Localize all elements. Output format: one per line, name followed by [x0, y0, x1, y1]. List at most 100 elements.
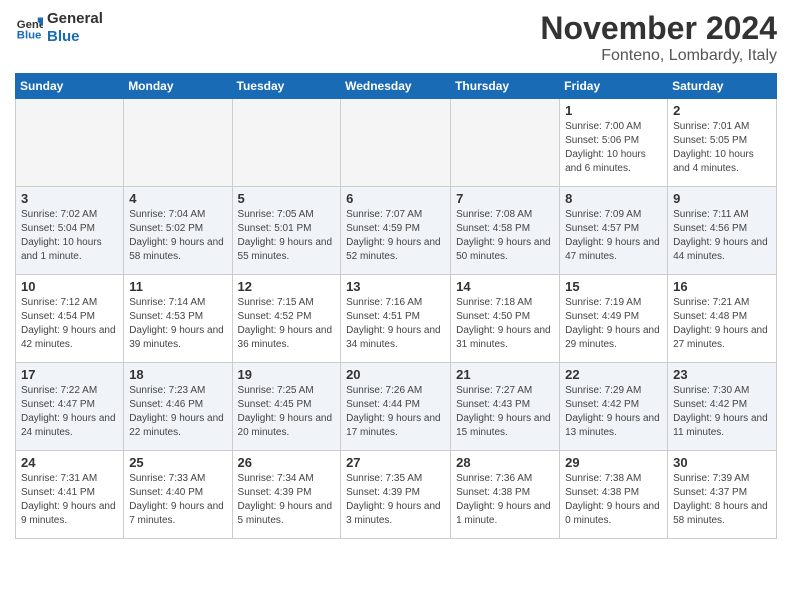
day-number: 3: [21, 191, 118, 206]
day-number: 11: [129, 279, 226, 294]
day-number: 5: [238, 191, 336, 206]
calendar-cell: 16 Sunrise: 7:21 AM Sunset: 4:48 PM Dayli…: [668, 275, 777, 363]
calendar-cell: 24 Sunrise: 7:31 AM Sunset: 4:41 PM Dayli…: [16, 451, 124, 539]
svg-text:Blue: Blue: [17, 30, 42, 42]
day-number: 23: [673, 367, 771, 382]
weekday-header-sunday: Sunday: [16, 74, 124, 99]
day-number: 21: [456, 367, 554, 382]
calendar-table: SundayMondayTuesdayWednesdayThursdayFrid…: [15, 73, 777, 539]
logo-text-general: General: [47, 10, 103, 28]
calendar-cell: 12 Sunrise: 7:15 AM Sunset: 4:52 PM Dayli…: [232, 275, 341, 363]
day-info: Sunrise: 7:35 AM Sunset: 4:39 PM Dayligh…: [346, 472, 445, 528]
calendar-cell: 25Sunrise: 7:33 AM Sunset: 4:40 PM Dayli…: [124, 451, 232, 539]
calendar-cell: 21 Sunrise: 7:27 AM Sunset: 4:43 PM Dayli…: [451, 363, 560, 451]
day-number: 24: [21, 455, 118, 470]
weekday-header-wednesday: Wednesday: [341, 74, 451, 99]
logo-icon: General Blue: [15, 14, 43, 42]
day-number: 12: [238, 279, 336, 294]
calendar-cell: 2 Sunrise: 7:01 AM Sunset: 5:05 PM Daylig…: [668, 99, 777, 187]
calendar-cell: 29 Sunrise: 7:38 AM Sunset: 4:38 PM Dayli…: [560, 451, 668, 539]
calendar-cell: 3 Sunrise: 7:02 AM Sunset: 5:04 PM Daylig…: [16, 187, 124, 275]
calendar-cell: 5Sunrise: 7:05 AM Sunset: 5:01 PM Daylig…: [232, 187, 341, 275]
day-info: Sunrise: 7:27 AM Sunset: 4:43 PM Dayligh…: [456, 384, 554, 440]
logo-text-blue: Blue: [47, 28, 103, 46]
day-info: Sunrise: 7:22 AM Sunset: 4:47 PM Dayligh…: [21, 384, 118, 440]
day-number: 1: [565, 103, 662, 118]
day-number: 17: [21, 367, 118, 382]
weekday-header-row: SundayMondayTuesdayWednesdayThursdayFrid…: [16, 74, 777, 99]
calendar-cell: [341, 99, 451, 187]
day-number: 27: [346, 455, 445, 470]
calendar-cell: 30Sunrise: 7:39 AM Sunset: 4:37 PM Dayli…: [668, 451, 777, 539]
day-info: Sunrise: 7:18 AM Sunset: 4:50 PM Dayligh…: [456, 296, 554, 352]
calendar-cell: 18Sunrise: 7:23 AM Sunset: 4:46 PM Dayli…: [124, 363, 232, 451]
day-info: Sunrise: 7:19 AM Sunset: 4:49 PM Dayligh…: [565, 296, 662, 352]
day-number: 2: [673, 103, 771, 118]
calendar-cell: 6 Sunrise: 7:07 AM Sunset: 4:59 PM Daylig…: [341, 187, 451, 275]
day-number: 13: [346, 279, 445, 294]
day-info: Sunrise: 7:04 AM Sunset: 5:02 PM Dayligh…: [129, 208, 226, 264]
day-info: Sunrise: 7:26 AM Sunset: 4:44 PM Dayligh…: [346, 384, 445, 440]
logo: General Blue General Blue: [15, 10, 103, 46]
calendar-cell: 23 Sunrise: 7:30 AM Sunset: 4:42 PM Dayli…: [668, 363, 777, 451]
calendar-cell: 27 Sunrise: 7:35 AM Sunset: 4:39 PM Dayli…: [341, 451, 451, 539]
page-header: General Blue General Blue November 2024 …: [15, 10, 777, 65]
day-number: 4: [129, 191, 226, 206]
day-number: 29: [565, 455, 662, 470]
calendar-cell: 22 Sunrise: 7:29 AM Sunset: 4:42 PM Dayli…: [560, 363, 668, 451]
day-info: Sunrise: 7:02 AM Sunset: 5:04 PM Dayligh…: [21, 208, 118, 264]
calendar-cell: [232, 99, 341, 187]
day-number: 20: [346, 367, 445, 382]
day-number: 6: [346, 191, 445, 206]
calendar-cell: 15 Sunrise: 7:19 AM Sunset: 4:49 PM Dayli…: [560, 275, 668, 363]
day-info: Sunrise: 7:01 AM Sunset: 5:05 PM Dayligh…: [673, 120, 771, 176]
day-info: Sunrise: 7:39 AM Sunset: 4:37 PM Dayligh…: [673, 472, 771, 528]
weekday-header-tuesday: Tuesday: [232, 74, 341, 99]
day-number: 8: [565, 191, 662, 206]
calendar-cell: 14 Sunrise: 7:18 AM Sunset: 4:50 PM Dayli…: [451, 275, 560, 363]
day-info: Sunrise: 7:23 AM Sunset: 4:46 PM Dayligh…: [129, 384, 226, 440]
weekday-header-thursday: Thursday: [451, 74, 560, 99]
day-number: 14: [456, 279, 554, 294]
day-info: Sunrise: 7:36 AM Sunset: 4:38 PM Dayligh…: [456, 472, 554, 528]
calendar-cell: 13 Sunrise: 7:16 AM Sunset: 4:51 PM Dayli…: [341, 275, 451, 363]
calendar-cell: 19Sunrise: 7:25 AM Sunset: 4:45 PM Dayli…: [232, 363, 341, 451]
day-info: Sunrise: 7:08 AM Sunset: 4:58 PM Dayligh…: [456, 208, 554, 264]
day-info: Sunrise: 7:31 AM Sunset: 4:41 PM Dayligh…: [21, 472, 118, 528]
calendar-cell: 26Sunrise: 7:34 AM Sunset: 4:39 PM Dayli…: [232, 451, 341, 539]
day-number: 22: [565, 367, 662, 382]
calendar-cell: 11 Sunrise: 7:14 AM Sunset: 4:53 PM Dayli…: [124, 275, 232, 363]
day-info: Sunrise: 7:11 AM Sunset: 4:56 PM Dayligh…: [673, 208, 771, 264]
day-info: Sunrise: 7:21 AM Sunset: 4:48 PM Dayligh…: [673, 296, 771, 352]
day-info: Sunrise: 7:15 AM Sunset: 4:52 PM Dayligh…: [238, 296, 336, 352]
calendar-cell: 10Sunrise: 7:12 AM Sunset: 4:54 PM Dayli…: [16, 275, 124, 363]
weekday-header-friday: Friday: [560, 74, 668, 99]
title-block: November 2024 Fonteno, Lombardy, Italy: [540, 10, 777, 65]
calendar-cell: [16, 99, 124, 187]
day-number: 15: [565, 279, 662, 294]
calendar-week-row: 10Sunrise: 7:12 AM Sunset: 4:54 PM Dayli…: [16, 275, 777, 363]
day-info: Sunrise: 7:07 AM Sunset: 4:59 PM Dayligh…: [346, 208, 445, 264]
day-number: 26: [238, 455, 336, 470]
day-number: 16: [673, 279, 771, 294]
day-number: 25: [129, 455, 226, 470]
calendar-week-row: 17 Sunrise: 7:22 AM Sunset: 4:47 PM Dayli…: [16, 363, 777, 451]
day-info: Sunrise: 7:30 AM Sunset: 4:42 PM Dayligh…: [673, 384, 771, 440]
calendar-cell: 4 Sunrise: 7:04 AM Sunset: 5:02 PM Daylig…: [124, 187, 232, 275]
day-info: Sunrise: 7:29 AM Sunset: 4:42 PM Dayligh…: [565, 384, 662, 440]
calendar-cell: [451, 99, 560, 187]
calendar-cell: 20 Sunrise: 7:26 AM Sunset: 4:44 PM Dayli…: [341, 363, 451, 451]
calendar-cell: 1 Sunrise: 7:00 AM Sunset: 5:06 PM Daylig…: [560, 99, 668, 187]
weekday-header-saturday: Saturday: [668, 74, 777, 99]
location: Fonteno, Lombardy, Italy: [540, 47, 777, 65]
calendar-week-row: 3 Sunrise: 7:02 AM Sunset: 5:04 PM Daylig…: [16, 187, 777, 275]
calendar-week-row: 24 Sunrise: 7:31 AM Sunset: 4:41 PM Dayli…: [16, 451, 777, 539]
day-number: 9: [673, 191, 771, 206]
day-info: Sunrise: 7:38 AM Sunset: 4:38 PM Dayligh…: [565, 472, 662, 528]
calendar-cell: 17 Sunrise: 7:22 AM Sunset: 4:47 PM Dayli…: [16, 363, 124, 451]
day-number: 28: [456, 455, 554, 470]
day-info: Sunrise: 7:16 AM Sunset: 4:51 PM Dayligh…: [346, 296, 445, 352]
day-info: Sunrise: 7:14 AM Sunset: 4:53 PM Dayligh…: [129, 296, 226, 352]
day-info: Sunrise: 7:00 AM Sunset: 5:06 PM Dayligh…: [565, 120, 662, 176]
day-number: 7: [456, 191, 554, 206]
